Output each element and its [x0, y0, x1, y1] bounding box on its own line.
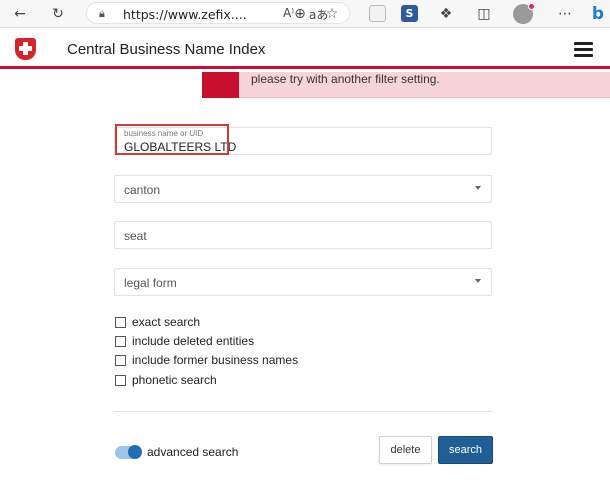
canton-label: canton: [124, 183, 161, 197]
legal-form-select[interactable]: legal form: [114, 268, 492, 296]
more-menu-icon[interactable]: ⋯: [555, 4, 575, 24]
seat-input[interactable]: seat: [114, 221, 492, 249]
browser-toolbar: ← ↻ 🔒︎ https://www.zefix.... A⁾ aあ ⊕ ☆ S…: [0, 0, 610, 28]
form-divider: [114, 411, 492, 412]
page-title: Central Business Name Index: [67, 41, 266, 58]
phonetic-search-label: phonetic search: [132, 373, 217, 387]
include-deleted-label: include deleted entities: [132, 334, 255, 348]
alert-message: please try with another filter setting.: [251, 72, 440, 86]
split-screen-icon[interactable]: ◫: [474, 4, 494, 24]
exact-search-checkbox[interactable]: [115, 316, 126, 328]
site-header: Central Business Name Index: [0, 28, 610, 69]
phonetic-search-option[interactable]: phonetic search: [115, 372, 217, 388]
exact-search-option[interactable]: exact search: [115, 314, 200, 330]
chevron-down-icon: [475, 279, 481, 283]
include-former-names-label: include former business names: [132, 353, 299, 367]
url-text: https://www.zefix....: [123, 7, 247, 22]
canton-select[interactable]: canton: [114, 175, 492, 203]
refresh-icon[interactable]: ↻: [48, 4, 68, 24]
search-button[interactable]: search: [438, 436, 493, 464]
lock-icon: 🔒︎: [99, 7, 105, 20]
zoom-icon[interactable]: ⊕: [290, 4, 310, 24]
extensions-puzzle-icon[interactable]: ❖: [436, 4, 456, 24]
address-bar[interactable]: 🔒︎ https://www.zefix.... A⁾ aあ: [86, 2, 350, 24]
toggle-knob: [128, 445, 142, 459]
include-former-names-option[interactable]: include former business names: [115, 352, 298, 368]
include-former-names-checkbox[interactable]: [115, 354, 126, 366]
extension-icon[interactable]: [369, 5, 386, 22]
include-deleted-checkbox[interactable]: [115, 335, 126, 347]
highlight-annotation: [115, 124, 229, 155]
include-deleted-option[interactable]: include deleted entities: [115, 333, 254, 349]
favorite-star-icon[interactable]: ☆: [322, 4, 342, 24]
hamburger-menu-icon[interactable]: [574, 42, 593, 57]
legal-form-label: legal form: [124, 276, 177, 290]
advanced-search-toggle[interactable]: [115, 445, 142, 459]
chevron-down-icon: [475, 186, 481, 190]
bing-copilot-icon[interactable]: b: [588, 4, 608, 24]
exact-search-label: exact search: [132, 315, 201, 329]
swiss-cross-logo[interactable]: [15, 38, 36, 60]
back-arrow-icon[interactable]: ←: [10, 4, 30, 24]
alert-banner: please try with another filter setting.: [202, 72, 610, 98]
advanced-search-label: advanced search: [147, 445, 239, 459]
seat-label: seat: [124, 229, 147, 243]
alert-accent: [202, 72, 239, 98]
delete-button[interactable]: delete: [379, 436, 432, 464]
skype-extension-icon[interactable]: S: [401, 5, 418, 22]
phonetic-search-checkbox[interactable]: [115, 374, 126, 386]
notification-dot: [528, 3, 535, 10]
